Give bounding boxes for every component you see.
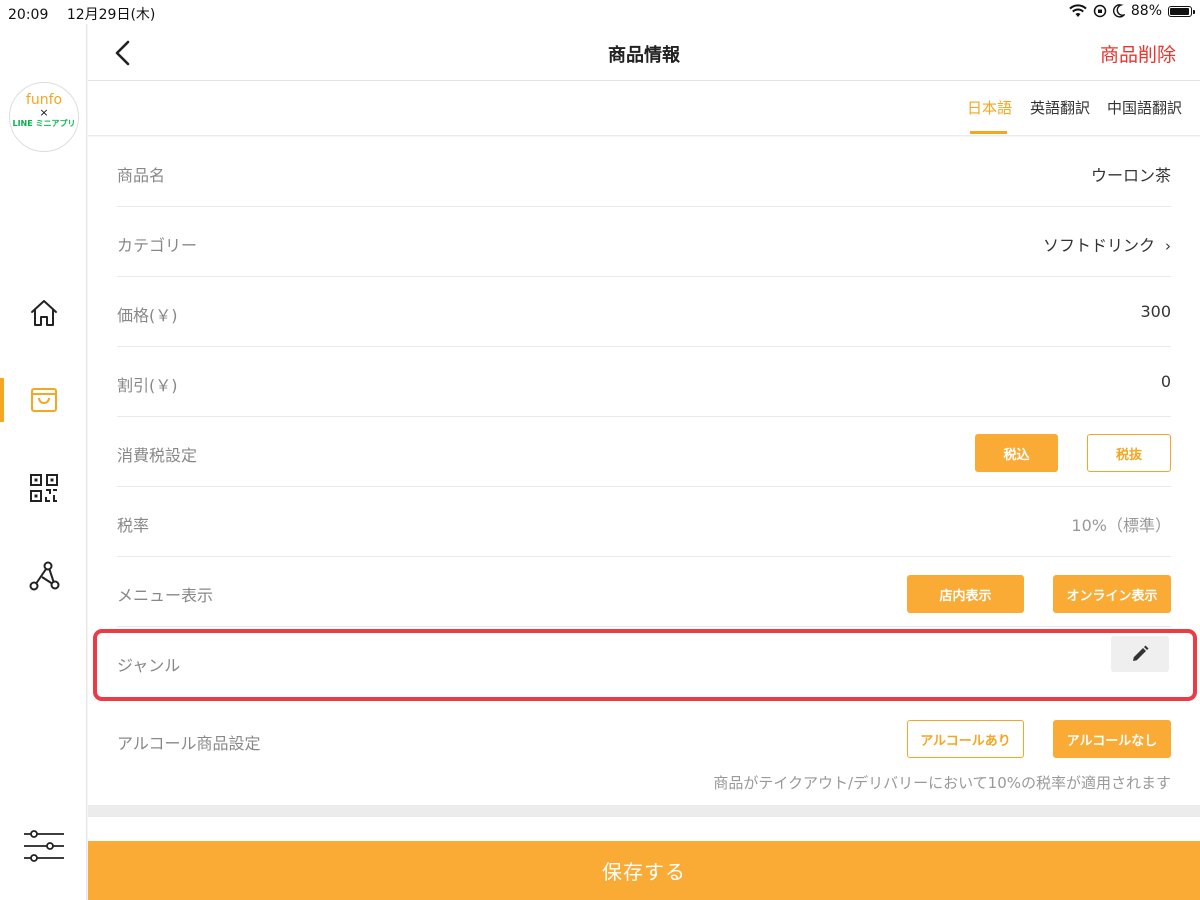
- product-form: 商品名 ウーロン茶 カテゴリー ソフトドリンク › 価格(￥) 300 割引(￥)…: [88, 137, 1200, 805]
- tax-rate-value: 10%（標準）: [1071, 516, 1171, 535]
- alcohol-label: アルコール商品設定: [117, 734, 261, 753]
- sidebar-item-home[interactable]: [24, 293, 64, 333]
- row-menu-display: メニュー表示 店内表示 オンライン表示: [117, 557, 1171, 627]
- logo-line-mini-app: LINE ミニアプリ: [12, 119, 76, 128]
- alcohol-no-button[interactable]: アルコールなし: [1053, 720, 1171, 758]
- product-name-value[interactable]: ウーロン茶: [1091, 162, 1171, 186]
- status-date: 12月29日(木): [66, 7, 156, 23]
- rotation-lock-icon: [1093, 4, 1107, 18]
- sidebar-active-indicator: [0, 378, 4, 422]
- row-category[interactable]: カテゴリー ソフトドリンク ›: [117, 207, 1171, 277]
- alcohol-yes-button[interactable]: アルコールあり: [907, 720, 1024, 758]
- category-label: カテゴリー: [117, 236, 198, 255]
- sidebar-item-products[interactable]: [24, 380, 64, 420]
- row-price[interactable]: 価格(￥) 300: [117, 277, 1171, 347]
- discount-label: 割引(￥): [117, 376, 178, 395]
- section-divider: [88, 805, 1200, 817]
- battery-icon: [1168, 5, 1195, 17]
- share-network-icon: [29, 561, 60, 591]
- status-bar: 20:09 12月29日(木) 88%: [0, 0, 1200, 24]
- discount-value[interactable]: 0: [1161, 372, 1171, 391]
- category-value: ソフトドリンク: [1042, 236, 1155, 255]
- tax-setting-label: 消費税設定: [117, 446, 198, 465]
- delete-product-button[interactable]: 商品削除: [1100, 40, 1176, 67]
- row-product-name[interactable]: 商品名 ウーロン茶: [117, 137, 1171, 207]
- page-header: 商品情報 商品削除: [88, 24, 1200, 81]
- tax-included-button[interactable]: 税込: [975, 434, 1058, 472]
- status-bar-right: 88%: [1069, 3, 1195, 19]
- save-button[interactable]: 保存する: [88, 841, 1200, 900]
- page-title: 商品情報: [608, 45, 680, 66]
- tab-japanese[interactable]: 日本語: [967, 97, 1012, 118]
- qr-code-icon: [30, 474, 58, 502]
- online-display-button[interactable]: オンライン表示: [1053, 575, 1171, 613]
- status-bar-left: 20:09 12月29日(木): [8, 4, 169, 24]
- price-value[interactable]: 300: [1140, 302, 1171, 321]
- in-store-display-button[interactable]: 店内表示: [907, 575, 1024, 613]
- battery-percent: 88%: [1130, 3, 1162, 19]
- language-tabs: 日本語 英語翻訳 中国語翻訳: [88, 81, 1200, 136]
- sidebar-item-network[interactable]: [24, 556, 64, 596]
- row-genre: ジャンル: [117, 627, 1171, 697]
- genre-edit-button[interactable]: [1111, 636, 1169, 672]
- category-value-wrap[interactable]: ソフトドリンク ›: [1043, 232, 1171, 256]
- wifi-icon: [1069, 4, 1087, 17]
- sidebar-item-settings[interactable]: [24, 826, 64, 866]
- tab-chinese-translation[interactable]: 中国語翻訳: [1107, 97, 1182, 118]
- logo-times: ×: [39, 106, 49, 119]
- chevron-right-icon: ›: [1165, 237, 1171, 255]
- settings-sliders-icon: [24, 830, 64, 862]
- row-discount[interactable]: 割引(￥) 0: [117, 347, 1171, 417]
- menu-display-label: メニュー表示: [117, 586, 214, 605]
- sidebar-item-qr[interactable]: [24, 468, 64, 508]
- logo-funfo: funfo: [25, 92, 63, 108]
- active-tab-underline: [970, 131, 1007, 134]
- price-label: 価格(￥): [117, 306, 178, 325]
- tax-excluded-button[interactable]: 税抜: [1087, 434, 1171, 472]
- tax-rate-label: 税率: [117, 516, 150, 535]
- status-time: 20:09: [8, 7, 49, 23]
- sidebar: funfo × LINE ミニアプリ: [0, 24, 87, 900]
- row-tax-setting: 消費税設定 税込 税抜: [117, 417, 1171, 487]
- moon-icon: [1112, 4, 1125, 18]
- product-name-label: 商品名: [117, 166, 166, 185]
- battery-fill: [1170, 7, 1190, 15]
- row-tax-rate: 税率 10%（標準）: [117, 487, 1171, 557]
- tab-english-translation[interactable]: 英語翻訳: [1030, 97, 1090, 118]
- app-logo: funfo × LINE ミニアプリ: [9, 82, 79, 152]
- section-below: [88, 817, 1200, 841]
- pencil-icon: [1133, 645, 1149, 661]
- shopping-bag-icon: [31, 388, 57, 412]
- home-icon: [31, 300, 57, 326]
- genre-label: ジャンル: [117, 656, 181, 675]
- alcohol-tax-note: 商品がテイクアウト/デリバリーにおいて10%の税率が適用されます: [713, 774, 1171, 792]
